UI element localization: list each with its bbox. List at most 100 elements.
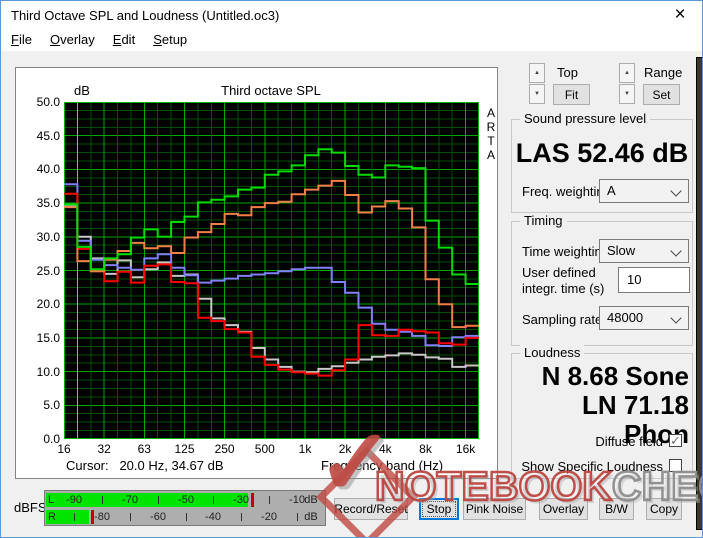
x-tick-label: 63 [137, 442, 151, 456]
button-label: Record/Reset [334, 502, 408, 516]
b-w-button[interactable]: B/W [599, 498, 634, 520]
overlay-button[interactable]: Overlay [539, 498, 588, 520]
x-tick-label: 250 [214, 442, 235, 456]
freq-weighting-select[interactable]: A [599, 179, 689, 203]
meter-unit-label: dB [304, 494, 318, 506]
x-tick-label: 1k [298, 442, 312, 456]
stop-button[interactable]: Stop [419, 498, 459, 520]
record-reset-button[interactable]: Record/Reset [334, 498, 408, 520]
title-bar: Third Octave SPL and Loudness (Untitled.… [1, 1, 702, 29]
meter-scale-label: -90 [66, 494, 82, 506]
y-tick-label: 50.0 [36, 95, 60, 109]
meter-tick [241, 513, 242, 521]
chart-panel: dB Third octave SPL ARTA Cursor: 20.0 Hz… [15, 67, 498, 479]
range-label: Range [644, 65, 683, 80]
menu-item-file[interactable]: File [5, 29, 38, 50]
button-label: Copy [650, 502, 679, 516]
show-specific-loudness-label: Show Specific Loudness [521, 459, 663, 474]
y-tick-label: 35.0 [36, 196, 60, 211]
dbfs-label: dBFS [14, 500, 47, 515]
top-spinner: ▲ ▼ [529, 63, 545, 105]
meter-scale-label: -60 [150, 511, 166, 523]
time-weighting-select[interactable]: Slow [599, 239, 689, 263]
integr-time-label-2: integr. time (s) [522, 281, 605, 296]
menu-bar: File Overlay Edit Setup [1, 29, 702, 51]
window-title: Third Octave SPL and Loudness (Untitled.… [11, 8, 280, 23]
time-weighting-value: Slow [607, 243, 636, 258]
button-label: Pink Noise [465, 502, 524, 516]
menu-item-edit[interactable]: Edit [107, 29, 141, 50]
meter-tick [158, 496, 159, 504]
button-label: B/W [605, 502, 628, 516]
cursor-readout: Cursor: 20.0 Hz, 34.67 dB [66, 458, 224, 473]
chevron-down-icon [670, 185, 682, 197]
spl-value: LAS 52.46 dB [515, 138, 689, 168]
sampling-rate-label: Sampling rate [522, 312, 603, 327]
x-tick-label: 500 [254, 442, 275, 456]
range-spin-down-icon[interactable]: ▼ [619, 84, 635, 104]
sampling-rate-select[interactable]: 48000 [599, 306, 689, 330]
meter-tick [186, 513, 187, 521]
x-tick-label: 8k [419, 442, 432, 456]
arta-signature: ARTA [486, 106, 496, 162]
integr-time-input[interactable]: 10 [618, 267, 690, 293]
copy-button[interactable]: Copy [646, 498, 682, 520]
pink-noise-button[interactable]: Pink Noise [463, 498, 526, 520]
chevron-down-icon [670, 312, 682, 324]
y-tick-label: 40.0 [36, 162, 60, 177]
meter-tick [74, 513, 75, 521]
range-spin-up-icon[interactable]: ▲ [619, 63, 635, 83]
input-level-strip [696, 57, 702, 530]
fit-button-label: Fit [564, 87, 579, 102]
top-spin-down-icon[interactable]: ▼ [529, 84, 545, 104]
y-tick-label: 10.0 [36, 364, 60, 379]
meter-scale-label: -80 [94, 511, 110, 523]
loudness-n-value: N 8.68 Sone [541, 361, 689, 391]
chart-title: Third octave SPL [221, 83, 321, 98]
meter-unit-label: dB [304, 511, 318, 523]
menu-item-overlay[interactable]: Overlay [44, 29, 101, 50]
x-tick-label: 32 [97, 442, 111, 456]
x-tick-label: 16k [455, 442, 476, 456]
app-window: Third Octave SPL and Loudness (Untitled.… [0, 0, 703, 538]
x-tick-label: 2k [338, 442, 352, 456]
meter-tick [269, 496, 270, 504]
meter-row-r: R -80 -60 -40 -20 dB [45, 509, 325, 525]
diffuse-field-label: Diffuse field [595, 434, 663, 449]
x-axis-label: Frequency band (Hz) [321, 458, 444, 473]
meter-tick [102, 496, 103, 504]
show-specific-loudness-checkbox[interactable] [669, 459, 682, 472]
set-button[interactable]: Set [643, 84, 680, 105]
y-tick-label: 30.0 [36, 229, 60, 244]
meter-channel-label: L [48, 494, 55, 506]
menu-item-setup[interactable]: Setup [147, 29, 193, 50]
level-meter: L -90 -70 -50 -30 -10 dB R -80 -60 -40 -20 dB [44, 490, 326, 526]
meter-scale-label: -20 [261, 511, 277, 523]
y-tick-label: 45.0 [36, 128, 60, 143]
meter-scale-label: -30 [233, 494, 249, 506]
sampling-rate-value: 48000 [607, 310, 644, 325]
meter-scale-label: -40 [205, 511, 221, 523]
fit-button[interactable]: Fit [553, 84, 590, 105]
loudness-group-legend: Loudness [520, 345, 585, 360]
integr-time-label-1: User defined [522, 265, 596, 280]
y-tick-label: 5.0 [43, 398, 60, 413]
button-label: Stop [422, 501, 456, 517]
top-label: Top [557, 65, 578, 80]
top-spin-up-icon[interactable]: ▲ [529, 63, 545, 83]
diffuse-field-checkbox[interactable]: ✓ [669, 434, 682, 447]
meter-tick [213, 496, 214, 504]
set-button-label: Set [652, 87, 671, 102]
y-tick-label: 20.0 [36, 297, 60, 312]
x-tick-label: 16 [57, 442, 71, 456]
y-tick-label: 25.0 [36, 263, 60, 278]
meter-row-l: L -90 -70 -50 -30 -10 dB [45, 492, 325, 508]
time-weighting-label: Time weighting [522, 244, 609, 259]
meter-channel-label: R [48, 511, 56, 523]
range-spinner: ▲ ▼ [619, 63, 635, 105]
chevron-down-icon [670, 245, 682, 257]
spl-group-legend: Sound pressure level [520, 111, 651, 126]
spectrum-svg [64, 102, 479, 439]
close-icon[interactable]: × [668, 3, 692, 27]
spectrum-plot[interactable] [64, 102, 479, 439]
